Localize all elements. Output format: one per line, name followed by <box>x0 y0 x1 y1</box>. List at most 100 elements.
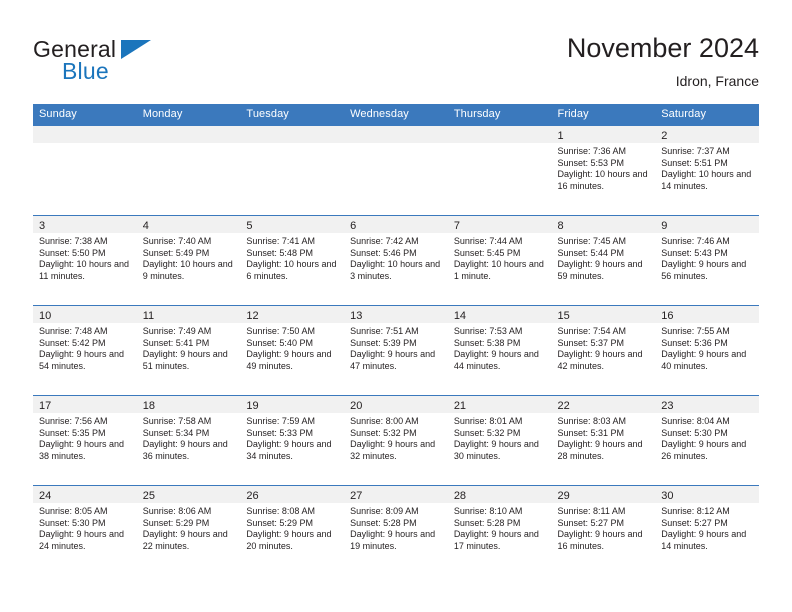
day-number: 9 <box>661 220 668 232</box>
daylight-text: Daylight: 9 hours and 22 minutes. <box>142 529 228 551</box>
day-sun-info: Sunrise: 7:38 AM Sunset: 5:50 PM Daylight:… <box>33 233 137 282</box>
calendar-grid: Sunday Monday Tuesday Wednesday Thursday… <box>33 104 759 575</box>
calendar-day-cell[interactable]: 4 Sunrise: 7:40 AM Sunset: 5:49 PM Daylight… <box>136 215 241 305</box>
sunset-text: Sunset: 5:41 PM <box>142 337 210 348</box>
sunrise-text: Sunrise: 7:56 AM <box>39 416 108 426</box>
day-number: 24 <box>39 490 52 502</box>
calendar-day-cell[interactable]: 21 Sunrise: 8:01 AM Sunset: 5:32 PM Dayligh… <box>447 395 552 485</box>
calendar-day-cell[interactable]: 30 Sunrise: 8:12 AM Sunset: 5:27 PM Dayligh… <box>655 485 759 575</box>
sunset-text: Sunset: 5:37 PM <box>557 337 625 348</box>
daylight-text: Daylight: 9 hours and 28 minutes. <box>557 439 643 461</box>
calendar-day-cell[interactable]: 5 Sunrise: 7:41 AM Sunset: 5:48 PM Daylight… <box>240 215 345 305</box>
day-number: 19 <box>246 400 259 412</box>
sunset-text: Sunset: 5:51 PM <box>661 157 728 168</box>
day-number-band: 17 <box>33 396 137 413</box>
calendar-day-cell[interactable]: 14 Sunrise: 7:53 AM Sunset: 5:38 PM Dayligh… <box>447 305 552 395</box>
sunset-text: Sunset: 5:44 PM <box>557 247 625 258</box>
calendar-day-cell[interactable]: 7 Sunrise: 7:44 AM Sunset: 5:45 PM Daylight… <box>447 215 552 305</box>
calendar-day-cell[interactable]: 1 Sunrise: 7:36 AM Sunset: 5:53 PM Daylight… <box>551 125 656 215</box>
daylight-text: Daylight: 9 hours and 36 minutes. <box>142 439 228 461</box>
day-number-band <box>33 126 137 143</box>
day-number-band: 29 <box>551 486 656 503</box>
calendar-day-empty <box>240 125 345 215</box>
weekday-header-row: Sunday Monday Tuesday Wednesday Thursday… <box>33 104 759 125</box>
day-number-band: 22 <box>551 396 656 413</box>
calendar-day-cell[interactable]: 28 Sunrise: 8:10 AM Sunset: 5:28 PM Dayligh… <box>447 485 552 575</box>
sunrise-text: Sunrise: 7:59 AM <box>246 416 315 426</box>
day-sun-info: Sunrise: 7:59 AM Sunset: 5:33 PM Daylight:… <box>240 413 344 462</box>
calendar-day-cell[interactable]: 17 Sunrise: 7:56 AM Sunset: 5:35 PM Dayligh… <box>33 395 137 485</box>
day-number: 15 <box>557 310 570 322</box>
sunrise-text: Sunrise: 8:11 AM <box>557 506 626 516</box>
calendar-day-cell[interactable]: 6 Sunrise: 7:42 AM Sunset: 5:46 PM Daylight… <box>344 215 448 305</box>
sunrise-text: Sunrise: 8:01 AM <box>453 416 523 426</box>
day-number: 11 <box>142 310 155 322</box>
day-number: 3 <box>39 220 46 232</box>
day-number-band <box>136 126 241 143</box>
calendar-day-cell[interactable]: 23 Sunrise: 8:04 AM Sunset: 5:30 PM Dayligh… <box>655 395 759 485</box>
calendar-day-cell[interactable]: 8 Sunrise: 7:45 AM Sunset: 5:44 PM Daylight… <box>551 215 656 305</box>
sunrise-text: Sunrise: 7:54 AM <box>557 326 627 336</box>
daylight-text: Daylight: 9 hours and 51 minutes. <box>142 349 228 371</box>
calendar-day-cell[interactable]: 10 Sunrise: 7:48 AM Sunset: 5:42 PM Dayligh… <box>33 305 137 395</box>
general-blue-logo: General Blue <box>33 36 243 88</box>
calendar-day-cell[interactable]: 12 Sunrise: 7:50 AM Sunset: 5:40 PM Dayligh… <box>240 305 345 395</box>
day-sun-info: Sunrise: 7:49 AM Sunset: 5:41 PM Daylight:… <box>137 323 241 372</box>
calendar-day-empty <box>344 125 448 215</box>
day-number: 23 <box>661 400 674 412</box>
calendar-day-cell[interactable]: 3 Sunrise: 7:38 AM Sunset: 5:50 PM Daylight… <box>33 215 137 305</box>
sunset-text: Sunset: 5:31 PM <box>557 427 625 438</box>
day-number-band: 11 <box>136 306 241 323</box>
daylight-text: Daylight: 9 hours and 34 minutes. <box>246 439 332 461</box>
calendar-day-cell[interactable]: 29 Sunrise: 8:11 AM Sunset: 5:27 PM Dayligh… <box>551 485 656 575</box>
sunrise-text: Sunrise: 7:41 AM <box>246 236 315 246</box>
calendar-day-cell[interactable]: 24 Sunrise: 8:05 AM Sunset: 5:30 PM Dayligh… <box>33 485 137 575</box>
daylight-text: Daylight: 10 hours and 9 minutes. <box>142 259 233 281</box>
sunset-text: Sunset: 5:46 PM <box>350 247 417 258</box>
calendar-week-row: 10 Sunrise: 7:48 AM Sunset: 5:42 PM Dayligh… <box>33 305 759 395</box>
day-sun-info: Sunrise: 8:10 AM Sunset: 5:28 PM Daylight:… <box>448 503 552 552</box>
calendar-day-cell[interactable]: 22 Sunrise: 8:03 AM Sunset: 5:31 PM Dayligh… <box>551 395 656 485</box>
sunset-text: Sunset: 5:36 PM <box>661 337 728 348</box>
sunset-text: Sunset: 5:27 PM <box>661 517 728 528</box>
sunset-text: Sunset: 5:48 PM <box>246 247 313 258</box>
calendar-day-cell[interactable]: 20 Sunrise: 8:00 AM Sunset: 5:32 PM Dayligh… <box>344 395 448 485</box>
day-number-band: 4 <box>136 216 241 233</box>
calendar-day-cell[interactable]: 25 Sunrise: 8:06 AM Sunset: 5:29 PM Dayligh… <box>136 485 241 575</box>
day-number-band: 26 <box>240 486 345 503</box>
day-number-band: 23 <box>655 396 759 413</box>
day-sun-info: Sunrise: 7:53 AM Sunset: 5:38 PM Daylight:… <box>448 323 552 372</box>
calendar-weeks: 1 Sunrise: 7:36 AM Sunset: 5:53 PM Daylight… <box>33 125 759 575</box>
day-number-band: 3 <box>33 216 137 233</box>
calendar-day-cell[interactable]: 18 Sunrise: 7:58 AM Sunset: 5:34 PM Dayligh… <box>136 395 241 485</box>
sunrise-text: Sunrise: 8:06 AM <box>142 506 212 516</box>
daylight-text: Daylight: 9 hours and 16 minutes. <box>557 529 643 551</box>
calendar-day-cell[interactable]: 15 Sunrise: 7:54 AM Sunset: 5:37 PM Dayligh… <box>551 305 656 395</box>
sunset-text: Sunset: 5:49 PM <box>142 247 210 258</box>
sunset-text: Sunset: 5:30 PM <box>661 427 728 438</box>
calendar-day-cell[interactable]: 19 Sunrise: 7:59 AM Sunset: 5:33 PM Dayligh… <box>240 395 345 485</box>
daylight-text: Daylight: 9 hours and 14 minutes. <box>661 529 747 551</box>
day-number-band <box>344 126 448 143</box>
calendar-day-cell[interactable]: 27 Sunrise: 8:09 AM Sunset: 5:28 PM Dayligh… <box>344 485 448 575</box>
calendar-day-cell[interactable]: 16 Sunrise: 7:55 AM Sunset: 5:36 PM Dayligh… <box>655 305 759 395</box>
day-number: 30 <box>661 490 674 502</box>
calendar-day-cell[interactable]: 9 Sunrise: 7:46 AM Sunset: 5:43 PM Daylight… <box>655 215 759 305</box>
day-number-band: 21 <box>447 396 552 413</box>
daylight-text: Daylight: 9 hours and 47 minutes. <box>350 349 436 371</box>
day-number: 10 <box>39 310 52 322</box>
day-number-band: 24 <box>33 486 137 503</box>
calendar-day-cell[interactable]: 2 Sunrise: 7:37 AM Sunset: 5:51 PM Daylight… <box>655 125 759 215</box>
sunset-text: Sunset: 5:50 PM <box>39 247 106 258</box>
day-sun-info: Sunrise: 7:50 AM Sunset: 5:40 PM Daylight:… <box>240 323 344 372</box>
calendar-day-cell[interactable]: 26 Sunrise: 8:08 AM Sunset: 5:29 PM Dayligh… <box>240 485 345 575</box>
day-number: 16 <box>661 310 674 322</box>
sunrise-text: Sunrise: 7:50 AM <box>246 326 315 336</box>
calendar-day-cell[interactable]: 13 Sunrise: 7:51 AM Sunset: 5:39 PM Dayligh… <box>344 305 448 395</box>
sunset-text: Sunset: 5:35 PM <box>39 427 106 438</box>
daylight-text: Daylight: 9 hours and 30 minutes. <box>453 439 539 461</box>
calendar-day-cell[interactable]: 11 Sunrise: 7:49 AM Sunset: 5:41 PM Dayligh… <box>136 305 241 395</box>
sunset-text: Sunset: 5:53 PM <box>557 157 625 168</box>
sunset-text: Sunset: 5:29 PM <box>246 517 313 528</box>
weekday-friday: Friday <box>557 108 589 120</box>
